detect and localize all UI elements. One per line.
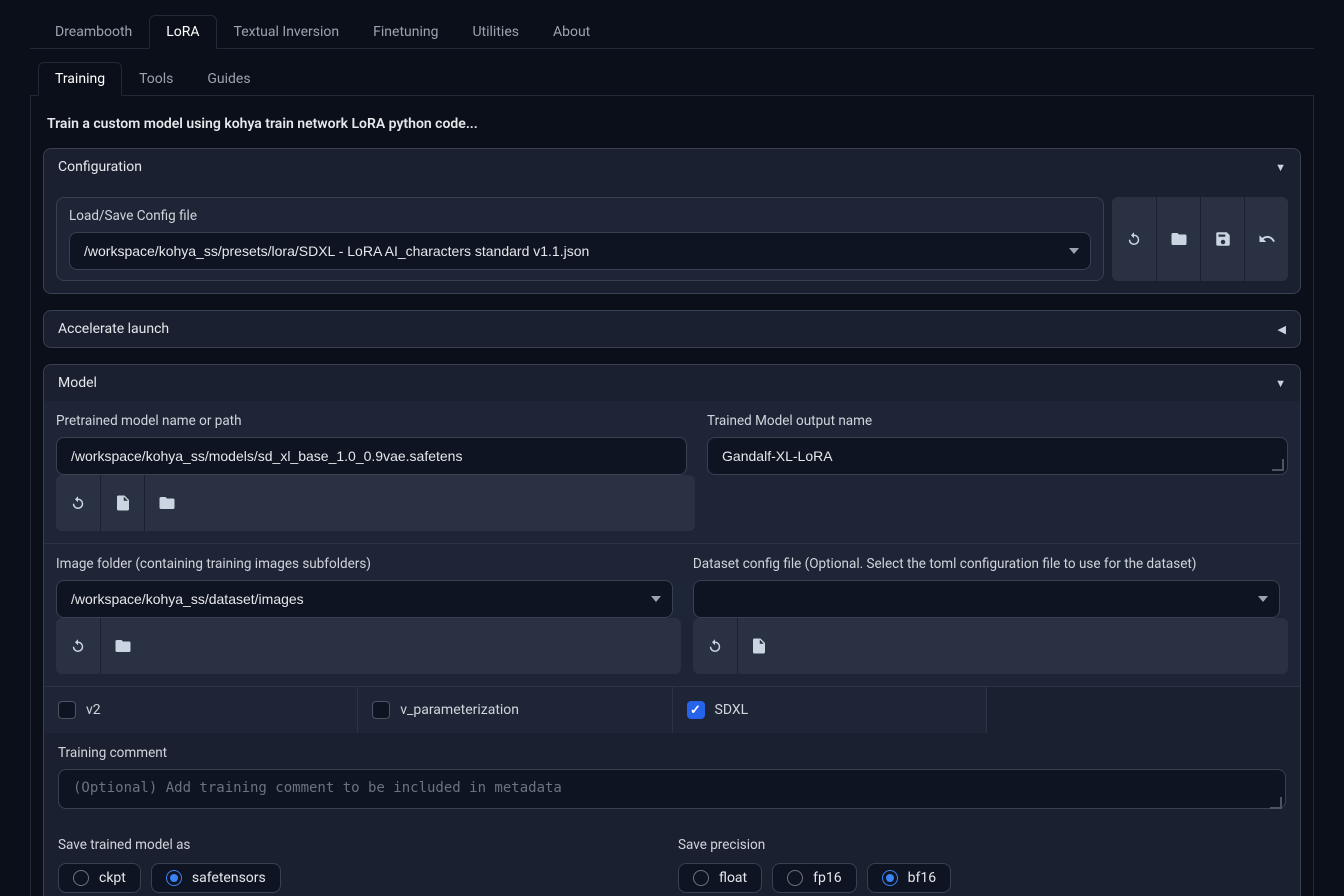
subtab-guides[interactable]: Guides xyxy=(190,62,267,96)
save-prec-fp16[interactable]: fp16 xyxy=(772,863,856,893)
folder-icon xyxy=(1170,230,1188,248)
refresh-icon xyxy=(706,637,724,655)
radio-icon xyxy=(693,870,709,886)
config-file-label: Load/Save Config file xyxy=(69,208,1091,224)
radio-icon xyxy=(166,870,182,886)
open-folder-button[interactable] xyxy=(1156,197,1200,281)
pretrained-path-input[interactable] xyxy=(56,437,687,475)
save-as-label: Save trained model as xyxy=(58,837,666,853)
tab-finetuning[interactable]: Finetuning xyxy=(356,15,455,49)
radio-icon xyxy=(73,870,89,886)
training-panel: Train a custom model using kohya train n… xyxy=(30,96,1314,896)
output-name-label: Trained Model output name xyxy=(707,413,1288,429)
save-prec-bf16[interactable]: bf16 xyxy=(867,863,951,893)
subtab-tools[interactable]: Tools xyxy=(122,62,190,96)
folder-icon xyxy=(114,637,132,655)
main-tabs: Dreambooth LoRA Textual Inversion Finetu… xyxy=(30,14,1314,49)
refresh-button[interactable] xyxy=(1112,197,1156,281)
sdxl-label: SDXL xyxy=(715,702,749,718)
save-as-safetensors[interactable]: safetensors xyxy=(151,863,281,893)
image-folder-select[interactable] xyxy=(56,580,673,618)
save-precision-radio-group: float fp16 bf16 xyxy=(678,863,1286,893)
sdxl-checkbox[interactable] xyxy=(687,701,705,719)
pick-folder-button[interactable] xyxy=(144,475,188,531)
tab-textual-inversion[interactable]: Textual Inversion xyxy=(217,15,357,49)
config-file-select[interactable] xyxy=(69,232,1091,270)
tab-about[interactable]: About xyxy=(536,15,607,49)
radio-icon xyxy=(882,870,898,886)
training-comment-input[interactable] xyxy=(58,769,1286,809)
accelerate-header[interactable]: Accelerate launch ◀ xyxy=(44,311,1300,347)
training-description: Train a custom model using kohya train n… xyxy=(43,108,1301,148)
tab-utilities[interactable]: Utilities xyxy=(455,15,536,49)
refresh-icon xyxy=(1125,230,1143,248)
configuration-header[interactable]: Configuration ▼ xyxy=(44,149,1300,185)
model-header[interactable]: Model ▼ xyxy=(44,365,1300,401)
save-as-radio-group: ckpt safetensors xyxy=(58,863,666,893)
save-as-ckpt[interactable]: ckpt xyxy=(58,863,141,893)
flags-spacer xyxy=(987,687,1300,733)
pick-folder-button[interactable] xyxy=(100,618,144,674)
refresh-button[interactable] xyxy=(56,475,100,531)
file-icon xyxy=(114,494,132,512)
image-folder-label: Image folder (containing training images… xyxy=(56,556,673,572)
training-comment-label: Training comment xyxy=(58,745,1286,761)
radio-icon xyxy=(787,870,803,886)
undo-button[interactable] xyxy=(1244,197,1288,281)
tab-lora[interactable]: LoRA xyxy=(149,15,216,49)
file-icon xyxy=(750,637,768,655)
model-flags-row: v2 v_parameterization SDXL xyxy=(44,687,1300,733)
model-title: Model xyxy=(58,375,97,391)
tab-dreambooth[interactable]: Dreambooth xyxy=(38,15,149,49)
dataset-config-select[interactable] xyxy=(693,580,1280,618)
dataset-config-label: Dataset config file (Optional. Select th… xyxy=(693,556,1280,572)
save-precision-label: Save precision xyxy=(678,837,1286,853)
pretrained-label: Pretrained model name or path xyxy=(56,413,687,429)
pick-file-button[interactable] xyxy=(100,475,144,531)
radio-label: bf16 xyxy=(908,870,936,886)
chevron-left-icon: ◀ xyxy=(1278,323,1286,336)
output-name-input[interactable] xyxy=(707,437,1288,475)
sub-tabs: Training Tools Guides xyxy=(30,61,1314,96)
folder-icon xyxy=(158,494,176,512)
accelerate-title: Accelerate launch xyxy=(58,321,169,337)
subtab-training[interactable]: Training xyxy=(38,62,122,96)
undo-icon xyxy=(1258,230,1276,248)
refresh-button[interactable] xyxy=(693,618,737,674)
model-section: Model ▼ Pretrained model name or path xyxy=(43,364,1301,896)
radio-label: float xyxy=(719,870,747,886)
save-icon xyxy=(1214,230,1232,248)
pick-file-button[interactable] xyxy=(737,618,781,674)
v2-checkbox-cell[interactable]: v2 xyxy=(44,687,358,733)
accelerate-section: Accelerate launch ◀ xyxy=(43,310,1301,348)
refresh-icon xyxy=(69,637,87,655)
refresh-icon xyxy=(69,494,87,512)
refresh-button[interactable] xyxy=(56,618,100,674)
save-button[interactable] xyxy=(1200,197,1244,281)
vparam-checkbox[interactable] xyxy=(372,701,390,719)
radio-label: safetensors xyxy=(192,870,266,886)
configuration-title: Configuration xyxy=(58,159,142,175)
radio-label: ckpt xyxy=(99,870,126,886)
configuration-section: Configuration ▼ Load/Save Config file xyxy=(43,148,1301,294)
v2-label: v2 xyxy=(86,702,101,718)
vparam-label: v_parameterization xyxy=(400,702,519,718)
save-prec-float[interactable]: float xyxy=(678,863,762,893)
chevron-down-icon: ▼ xyxy=(1275,161,1286,174)
v2-checkbox[interactable] xyxy=(58,701,76,719)
sdxl-checkbox-cell[interactable]: SDXL xyxy=(673,687,987,733)
vparam-checkbox-cell[interactable]: v_parameterization xyxy=(358,687,672,733)
chevron-down-icon: ▼ xyxy=(1275,377,1286,390)
radio-label: fp16 xyxy=(813,870,841,886)
